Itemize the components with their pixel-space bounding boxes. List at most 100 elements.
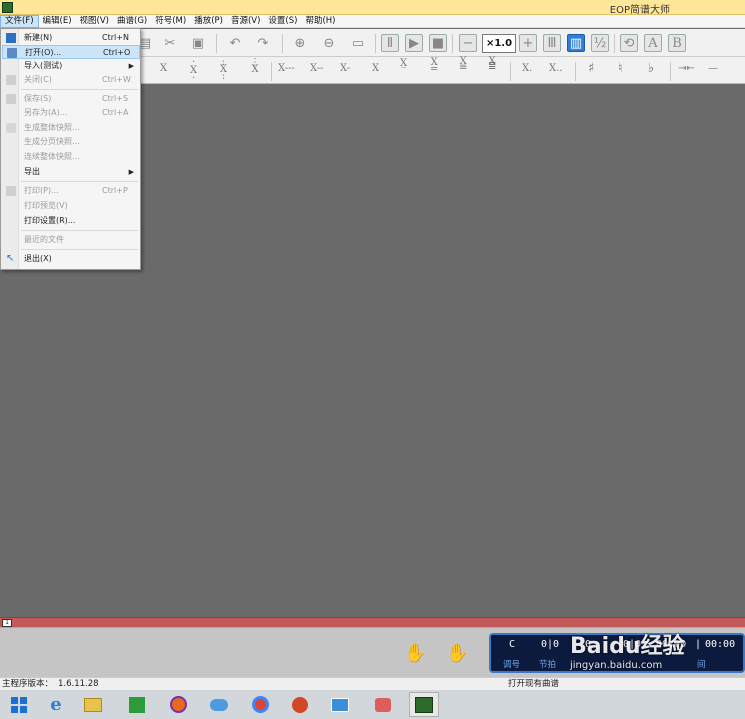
status-message: 打开现有曲谱 (508, 679, 560, 689)
powerpoint-icon[interactable] (285, 692, 315, 717)
menu-item-save-as[interactable]: 另存为(A)... Ctrl+A (2, 106, 140, 120)
metronome-icon[interactable]: Ⅲ (543, 34, 561, 52)
pause-icon[interactable]: Ⅱ (381, 34, 399, 52)
note-x-sixteenth-icon[interactable]: X = (430, 58, 438, 75)
page-icon[interactable]: ▭ (348, 33, 368, 53)
minus-icon[interactable]: − (459, 34, 477, 52)
paint-icon[interactable] (368, 692, 398, 717)
refresh-icon[interactable]: ⟲ (620, 34, 638, 52)
menu-play[interactable]: 播放(P) (190, 15, 227, 28)
note-x-quarter-icon[interactable]: X (372, 63, 379, 74)
note-x-short-icon[interactable]: X- (340, 63, 350, 74)
menu-item-import[interactable]: 导入(测试) ▶ (2, 59, 140, 73)
menu-item-snapshot-pages[interactable]: 生成分页快照... (2, 135, 140, 149)
save-icon (6, 94, 16, 104)
printer-icon (6, 186, 16, 196)
cut-icon[interactable]: ✂ (160, 33, 180, 53)
natural-icon[interactable]: ♮ (618, 61, 623, 76)
note-x-eighth-icon[interactable]: X ‾ (400, 59, 407, 78)
stop-icon[interactable]: ■ (429, 34, 447, 52)
menu-item-close[interactable]: 关闭(C) Ctrl+W (2, 73, 140, 87)
zoom-in-icon[interactable]: ⊕ (290, 33, 310, 53)
menu-view[interactable]: 视图(V) (76, 15, 113, 28)
menu-file[interactable]: 文件(F) (0, 15, 39, 28)
status-bar: 主程序版本： 1.6.11.28 打开现有曲谱 (0, 677, 745, 690)
close-file-icon (6, 75, 16, 85)
menu-symbol[interactable]: 符号(M) (151, 15, 190, 28)
file-explorer-icon[interactable] (78, 692, 108, 717)
mixer-icon[interactable]: ½ (591, 34, 609, 52)
app-icon (2, 2, 13, 13)
tie-icon[interactable]: ⇥⇤ (678, 63, 695, 74)
flat-icon[interactable]: ♭ (648, 61, 654, 76)
time-divider: | (695, 639, 702, 650)
page-indicator[interactable]: 1 (2, 619, 12, 627)
menu-item-export[interactable]: 导出 ▶ (2, 165, 140, 179)
menu-item-print[interactable]: 打印(P)... Ctrl+P (2, 184, 140, 198)
undo-icon[interactable]: ↶ (225, 33, 245, 53)
font-a-icon[interactable]: A (644, 34, 662, 52)
menu-item-save[interactable]: 保存(S) Ctrl+S (2, 92, 140, 106)
note-x-double-dotted-icon[interactable]: X.. (549, 63, 562, 74)
ie-icon[interactable]: e (41, 692, 71, 717)
note-x-64th-icon[interactable]: X ≣ (488, 57, 496, 72)
note-x-icon[interactable]: X (160, 63, 167, 74)
dash-icon[interactable]: — (708, 63, 718, 74)
menu-item-print-setup[interactable]: 打印设置(R)... (2, 214, 140, 228)
note-x-dot-icon[interactable]: · X · (190, 58, 197, 84)
menu-score[interactable]: 曲谱(G) (113, 15, 151, 28)
menu-item-new[interactable]: 新建(N) Ctrl+N (2, 31, 140, 45)
score-page-strip[interactable]: 1 (0, 617, 745, 627)
version-label: 主程序版本： (2, 679, 54, 689)
note-x-dotted-icon[interactable]: X. (522, 63, 532, 74)
image-viewer-icon[interactable] (325, 692, 355, 717)
equalizer-icon[interactable]: ▥ (567, 34, 585, 52)
store-icon[interactable] (122, 692, 152, 717)
file-menu-dropdown: 新建(N) Ctrl+N 打开(O)... Ctrl+O 导入(测试) ▶ 关闭(C)… (0, 28, 141, 270)
note-x-medium-icon[interactable]: X-- (310, 63, 324, 74)
zoom-out-icon[interactable]: ⊖ (319, 33, 339, 53)
hand-left-icon[interactable]: ✋ (404, 643, 426, 665)
play-icon[interactable]: ▶ (405, 34, 423, 52)
eop-app-icon[interactable] (409, 692, 439, 717)
menu-item-snapshot-whole[interactable]: 生成整体快照... (2, 121, 140, 135)
redo-icon[interactable]: ↷ (253, 33, 273, 53)
key-value: C (509, 639, 516, 650)
note-x-triple-dot-icon[interactable]: ⋮ X (250, 58, 260, 75)
camera-icon (6, 123, 16, 133)
beat-label: 节拍 (539, 660, 557, 670)
speed-field[interactable]: ×1.0 (482, 34, 516, 53)
menu-item-print-preview[interactable]: 打印预览(V) (2, 199, 140, 213)
menu-item-open[interactable]: 打开(O)... Ctrl+O (2, 45, 140, 59)
hand-right-icon[interactable]: ✋ (446, 643, 468, 665)
menu-help[interactable]: 帮助(H) (301, 15, 339, 28)
note-x-long-icon[interactable]: X--- (278, 63, 295, 74)
cloud-icon[interactable] (204, 692, 234, 717)
title-bar: EOP简谱大师 (0, 0, 745, 16)
font-b-icon[interactable]: B (668, 34, 686, 52)
exit-arrow-icon: ↖ (6, 253, 15, 264)
menu-item-exit[interactable]: ↖ 退出(X) (2, 252, 140, 266)
windows-taskbar: e (0, 690, 745, 719)
sharp-icon[interactable]: ♯ (588, 61, 594, 76)
open-folder-icon (7, 48, 17, 58)
chrome-icon[interactable] (245, 692, 275, 717)
menu-settings[interactable]: 设置(S) (264, 15, 301, 28)
total-time: 00:00 (705, 639, 736, 650)
menu-item-recent-files[interactable]: 最近的文件 (2, 233, 140, 247)
submenu-arrow-icon: ▶ (128, 62, 134, 70)
note-x-double-dot-icon[interactable]: :X: (220, 58, 227, 82)
menu-sound[interactable]: 音源(V) (227, 15, 264, 28)
beat-value: 0|0 (541, 639, 560, 650)
plus-icon[interactable]: + (519, 34, 537, 52)
windows-start-icon[interactable] (4, 692, 34, 717)
note-x-32nd-icon[interactable]: X ≡ (459, 57, 467, 73)
watermark-url: jingyan.baidu.com (570, 660, 663, 671)
menu-edit[interactable]: 编辑(E) (39, 15, 76, 28)
paste-icon[interactable]: ▣ (188, 33, 208, 53)
menu-bar: 文件(F) 编辑(E) 视图(V) 曲谱(G) 符号(M) 播放(P) 音源(V… (0, 15, 745, 28)
menu-item-snapshot-continuous[interactable]: 连续整体快照... (2, 150, 140, 164)
submenu-arrow-icon: ▶ (128, 168, 134, 176)
firefox-icon[interactable] (163, 692, 193, 717)
time-label: 间 (697, 660, 706, 670)
